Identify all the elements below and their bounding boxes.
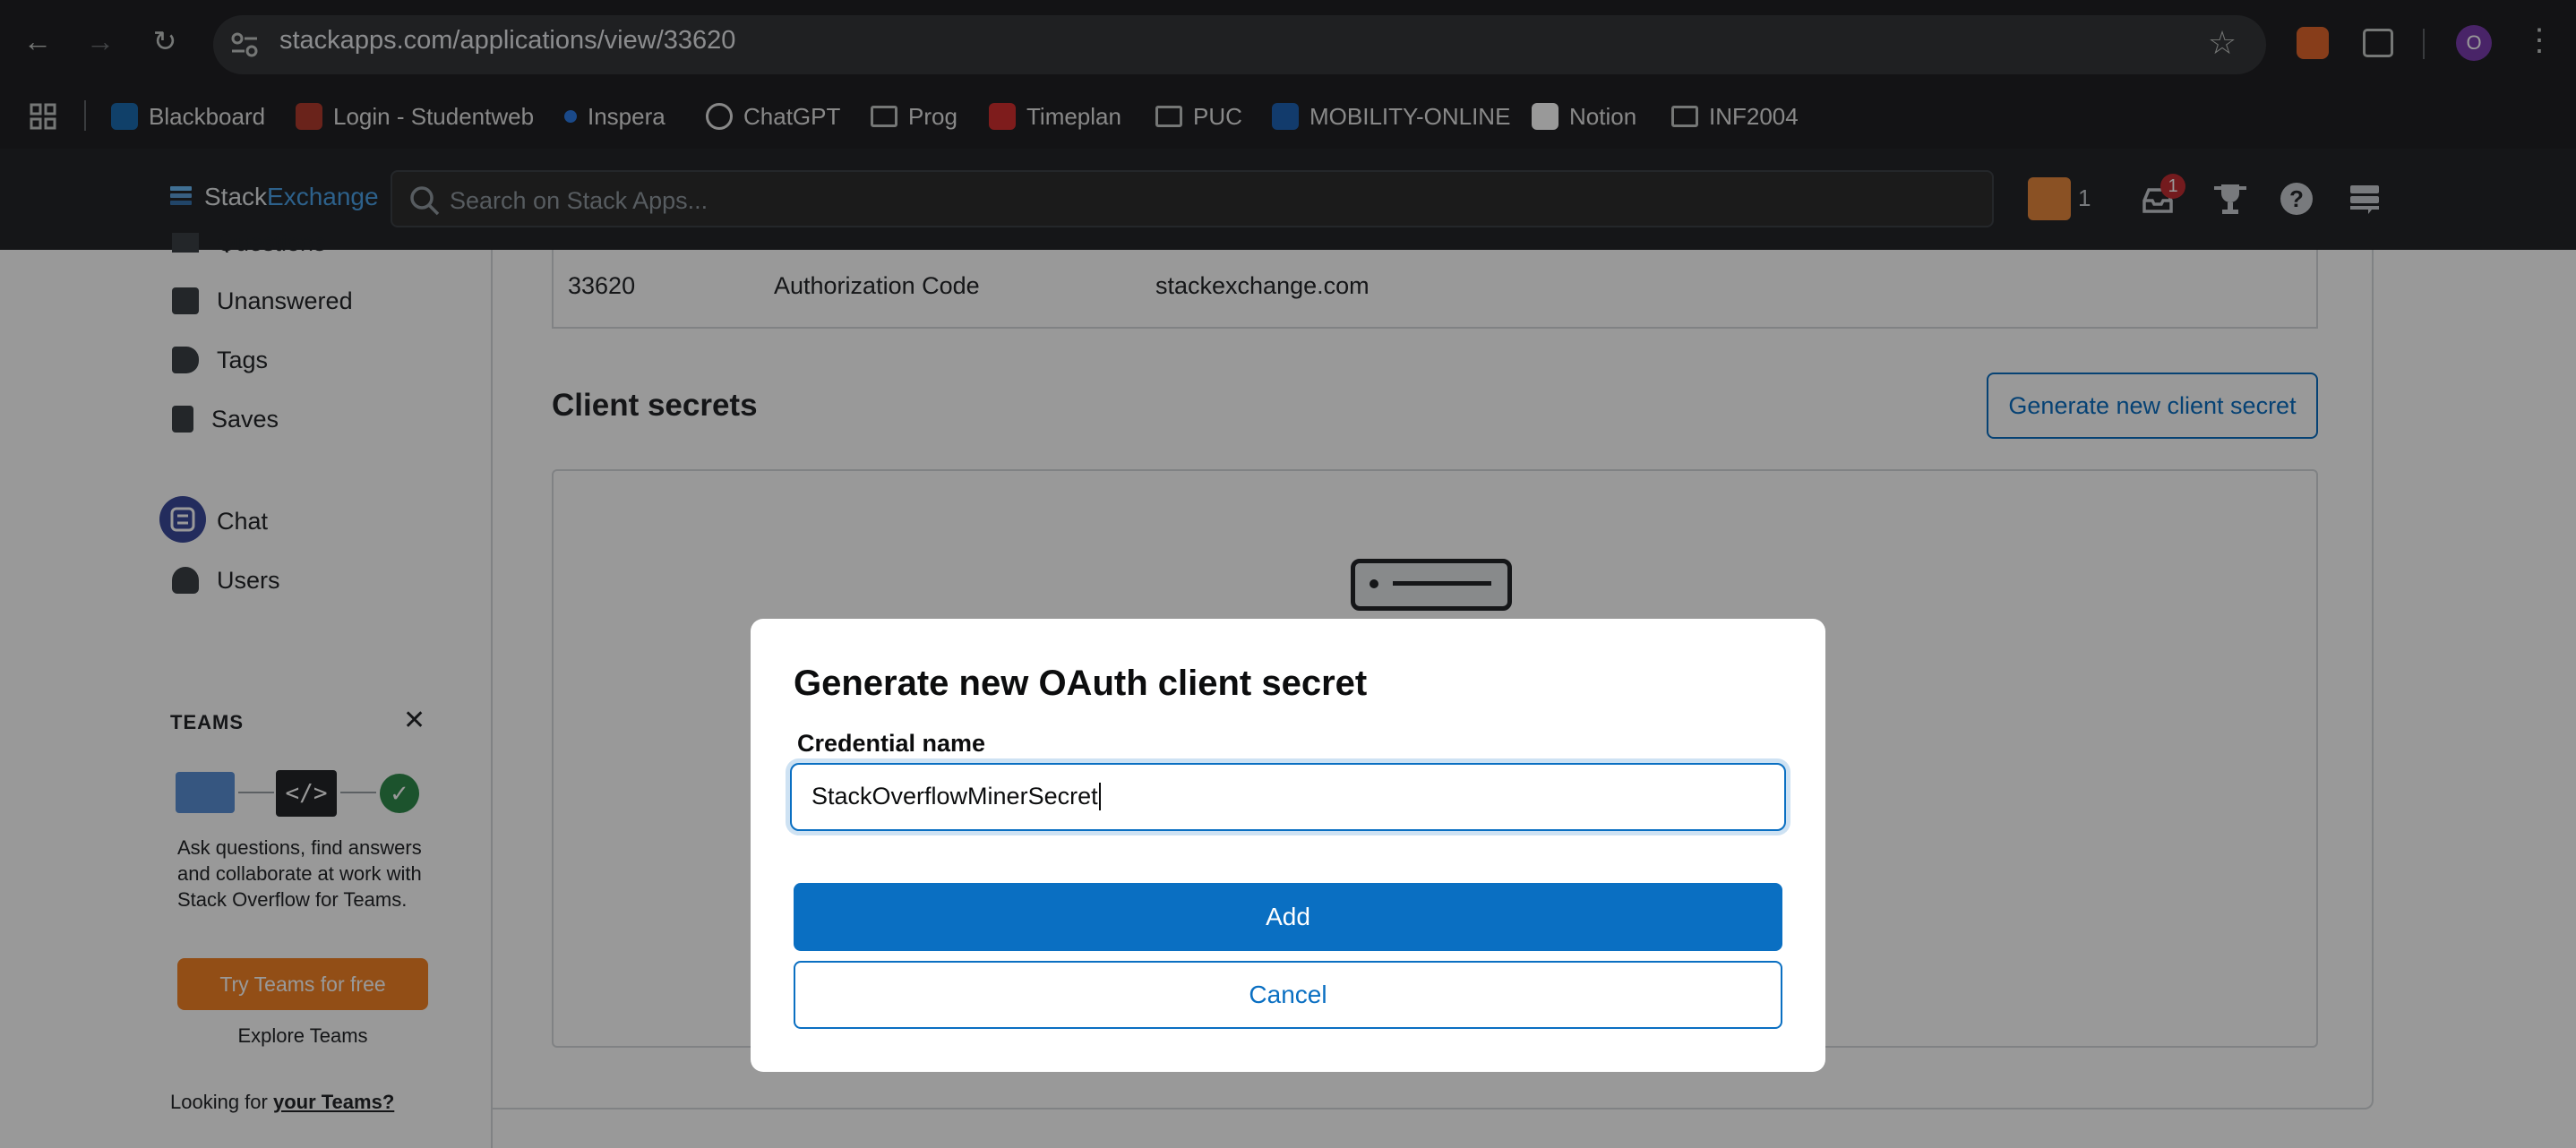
credential-name-label: Credential name bbox=[797, 730, 986, 757]
generate-secret-dialog: Generate new OAuth client secret Credent… bbox=[751, 619, 1825, 1072]
dialog-title: Generate new OAuth client secret bbox=[794, 664, 1368, 703]
cancel-button[interactable]: Cancel bbox=[794, 961, 1782, 1029]
add-button[interactable]: Add bbox=[794, 883, 1782, 951]
credential-name-value: StackOverflowMinerSecret bbox=[811, 783, 1101, 810]
credential-name-input[interactable]: StackOverflowMinerSecret bbox=[790, 763, 1786, 831]
